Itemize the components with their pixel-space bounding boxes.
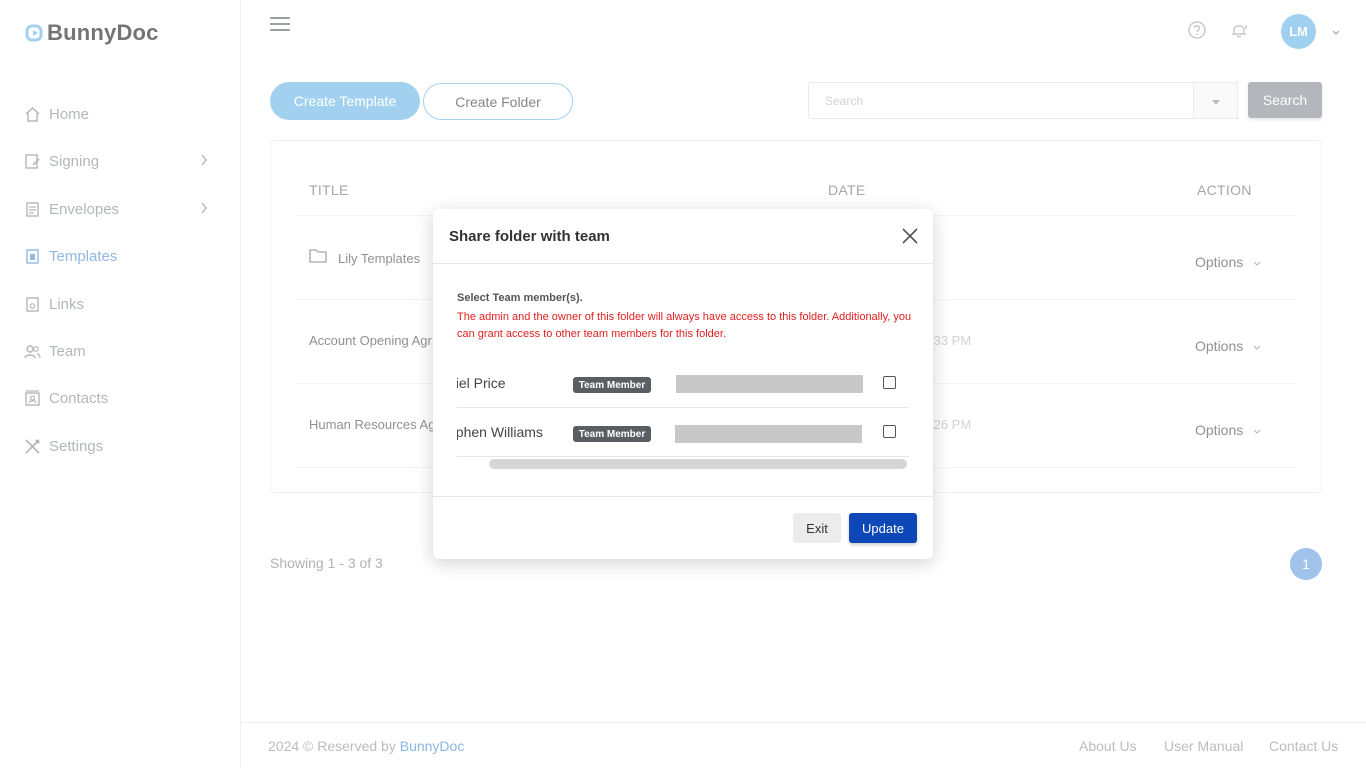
access-note: The admin and the owner of this folder w… <box>457 311 912 340</box>
list-item: ephen Williams Team Member <box>457 408 909 457</box>
list-item: niel Price Team Member <box>457 359 909 408</box>
member-name: ephen Williams <box>457 424 543 440</box>
modal-title: Share folder with team <box>449 228 610 245</box>
horizontal-scrollbar[interactable] <box>489 459 907 469</box>
role-badge: Team Member <box>573 426 651 442</box>
redacted-email <box>676 375 863 393</box>
select-members-label: Select Team member(s). <box>457 292 583 304</box>
redacted-email <box>675 425 862 443</box>
update-button[interactable]: Update <box>849 513 917 543</box>
modal-footer-divider <box>433 496 933 497</box>
team-member-list[interactable]: niel Price Team Member ephen Williams Te… <box>457 359 909 459</box>
member-checkbox[interactable] <box>883 376 896 389</box>
modal-header-divider <box>433 263 933 264</box>
exit-button[interactable]: Exit <box>793 513 841 543</box>
row-divider <box>457 456 909 457</box>
role-badge: Team Member <box>573 377 651 393</box>
member-name: niel Price <box>457 375 506 391</box>
share-folder-modal: Share folder with team Select Team membe… <box>433 209 933 559</box>
close-icon[interactable] <box>900 226 920 246</box>
member-checkbox[interactable] <box>883 425 896 438</box>
